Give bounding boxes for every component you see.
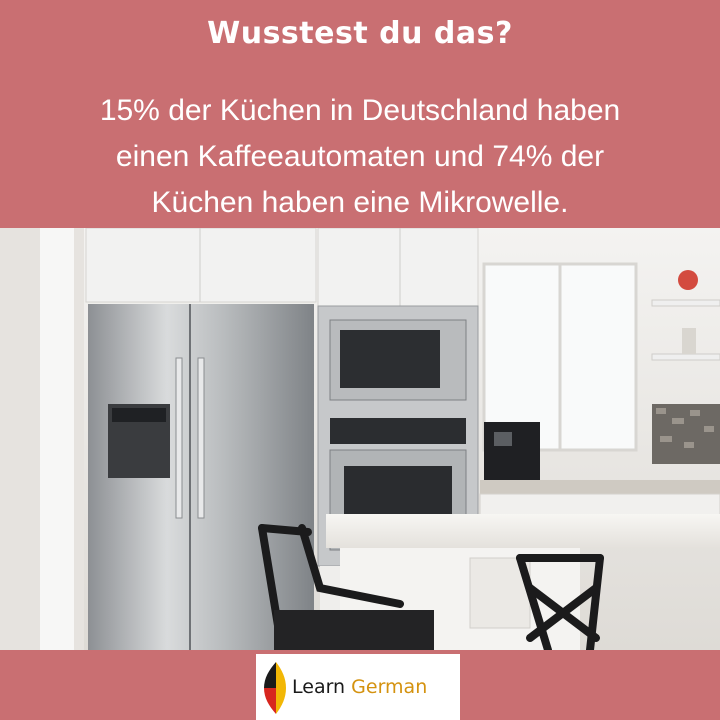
logo-wordmark: Learn German [292,676,427,698]
fact-line-3: Küchen haben eine Mikrowelle. [151,186,569,219]
fact-line-2: einen Kaffeeautomaten und 74% der [115,140,605,173]
germany-flag-drop-icon [264,662,286,714]
fact-line-1: 15% der Küchen in Deutschland haben [99,94,621,127]
learn-german-logo: Learn German [256,654,460,720]
kitchen-photo [0,228,720,650]
fact-text: 15% der Küchen in Deutschland haben eine… [20,88,700,226]
header-banner: Wusstest du das? 15% der Küchen in Deuts… [0,0,720,228]
page-title: Wusstest du das? [207,16,513,51]
logo-word-learn: Learn [292,676,346,698]
logo-word-german: German [351,676,428,698]
